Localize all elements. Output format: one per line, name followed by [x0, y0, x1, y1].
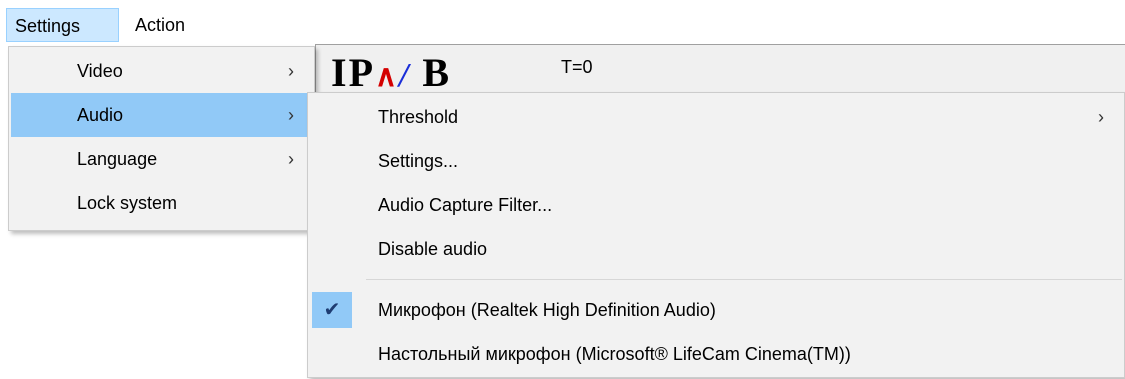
- menu-item-threshold[interactable]: Threshold ›: [308, 95, 1122, 139]
- menu-item-label: Threshold: [378, 107, 459, 127]
- checkmark-icon: ✔: [312, 292, 352, 328]
- menu-bar: Settings Action: [0, 0, 1125, 42]
- menu-item-label: Настольный микрофон (Microsoft® LifeCam …: [378, 344, 851, 364]
- menubar-settings[interactable]: Settings: [6, 8, 119, 42]
- app-window: IP∧/ B T=0: [315, 44, 1125, 95]
- menu-item-device-realtek[interactable]: ✔ Микрофон (Realtek High Definition Audi…: [308, 288, 1122, 332]
- menu-item-label: Audio: [77, 105, 124, 125]
- menu-item-language[interactable]: Language ›: [11, 137, 312, 181]
- menubar-action[interactable]: Action: [127, 8, 193, 42]
- menu-item-label: Lock system: [77, 193, 178, 213]
- menu-item-video[interactable]: Video ›: [11, 49, 312, 93]
- menu-item-audio[interactable]: Audio ›: [11, 93, 312, 137]
- chevron-right-icon: ›: [288, 61, 294, 81]
- menu-item-audio-capture-filter[interactable]: Audio Capture Filter...: [308, 183, 1122, 227]
- menu-item-label: Language: [77, 149, 158, 169]
- menu-item-lock-system[interactable]: Lock system: [11, 181, 312, 225]
- chevron-right-icon: ›: [1098, 107, 1104, 127]
- settings-menu: Video › Audio › Language › Lock system: [8, 46, 315, 231]
- chevron-right-icon: ›: [288, 149, 294, 169]
- menu-item-label: Disable audio: [378, 239, 488, 259]
- time-label: T=0: [561, 57, 593, 77]
- menu-item-settings[interactable]: Settings...: [308, 139, 1122, 183]
- audio-submenu: Threshold › Settings... Audio Capture Fi…: [307, 92, 1125, 378]
- menu-item-label: Video: [77, 61, 123, 81]
- menu-item-disable-audio[interactable]: Disable audio: [308, 227, 1122, 271]
- menu-separator: [366, 279, 1122, 280]
- menu-item-label: Микрофон (Realtek High Definition Audio): [378, 300, 716, 320]
- menu-item-label: Settings...: [378, 151, 459, 171]
- menu-item-label: Audio Capture Filter...: [378, 195, 553, 215]
- chevron-right-icon: ›: [288, 105, 294, 125]
- b-glyph: B: [410, 50, 452, 95]
- menu-item-device-lifecam[interactable]: Настольный микрофон (Microsoft® LifeCam …: [308, 332, 1122, 376]
- red-arrow-glyph: ∧: [375, 60, 399, 93]
- toolbar-glyphs: IP∧/ B: [331, 49, 451, 96]
- blue-arrow-glyph: /: [398, 57, 411, 94]
- ip-glyph: IP: [331, 50, 375, 95]
